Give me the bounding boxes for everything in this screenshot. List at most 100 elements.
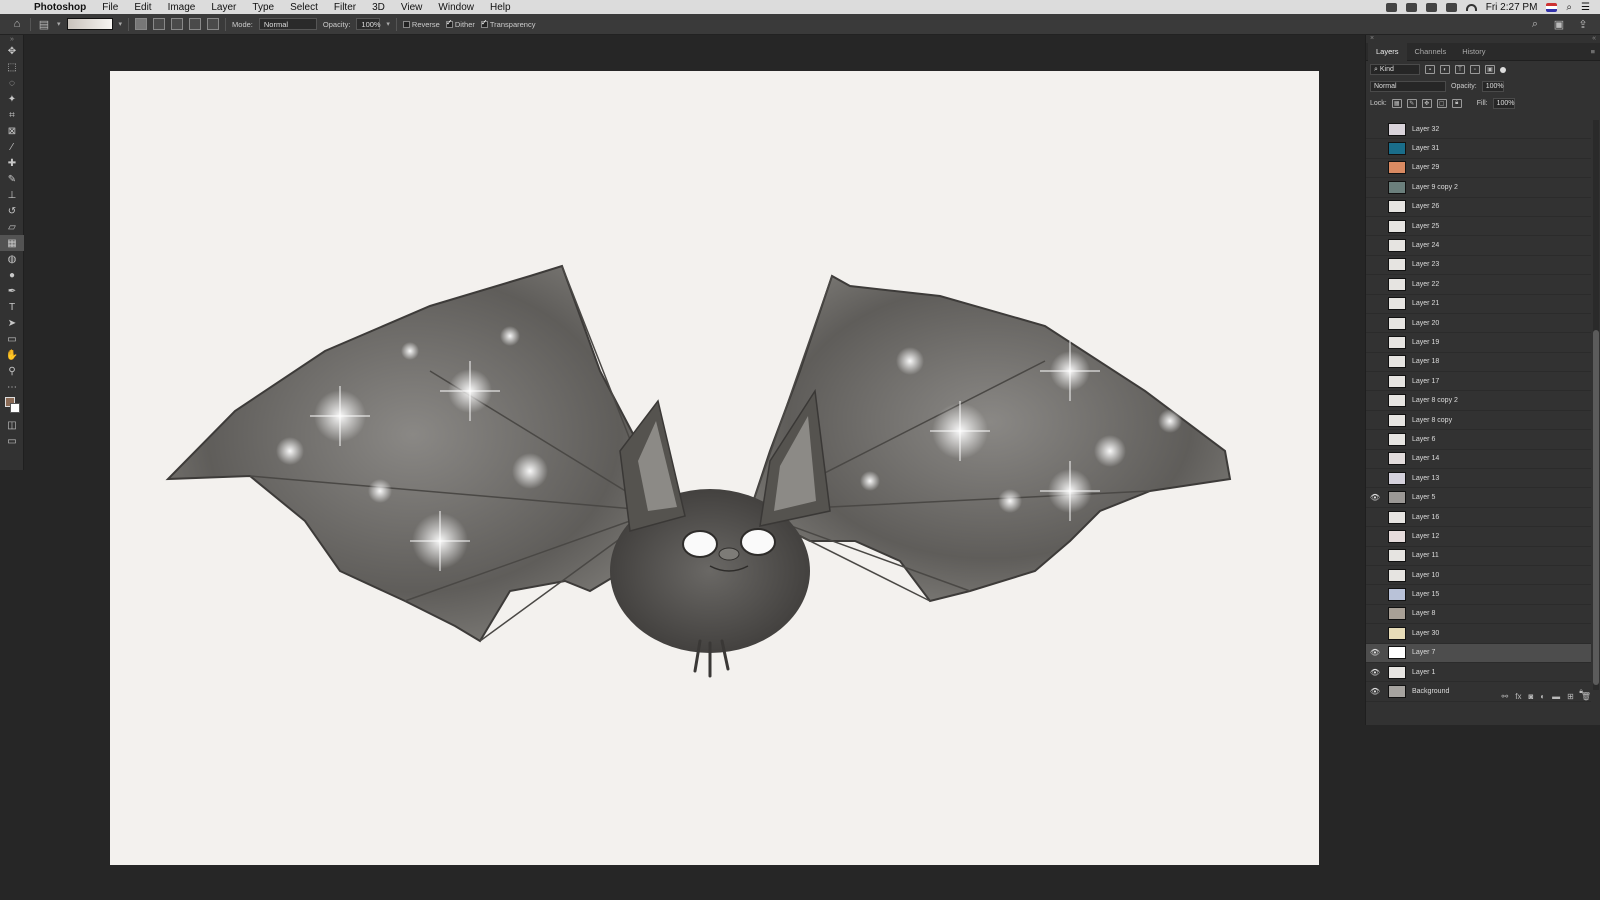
fill-input[interactable]: 100% bbox=[1492, 98, 1515, 109]
layer-row[interactable]: Layer 25 bbox=[1366, 217, 1591, 237]
layer-thumbnail[interactable] bbox=[1388, 335, 1406, 349]
search-icon[interactable]: ⌕ bbox=[1528, 18, 1542, 31]
menu-filter[interactable]: Filter bbox=[326, 2, 364, 13]
move-tool-icon[interactable]: ✥ bbox=[0, 43, 24, 59]
layer-name[interactable]: Layer 12 bbox=[1412, 533, 1439, 540]
layer-thumbnail[interactable] bbox=[1388, 142, 1406, 156]
gradient-dropdown-icon[interactable]: ▾ bbox=[119, 20, 123, 28]
cloud-icon[interactable] bbox=[1405, 2, 1417, 12]
layer-row[interactable]: Layer 11 bbox=[1366, 547, 1591, 566]
magic-wand-tool-icon[interactable]: ✦ bbox=[0, 91, 24, 107]
layer-thumbnail[interactable] bbox=[1388, 161, 1406, 175]
wifi-icon[interactable] bbox=[1465, 3, 1477, 11]
layer-name[interactable]: Layer 13 bbox=[1412, 475, 1439, 482]
layer-thumbnail[interactable] bbox=[1388, 258, 1406, 272]
layer-thumbnail[interactable] bbox=[1388, 568, 1406, 582]
tools-collapse-icon[interactable]: » bbox=[0, 35, 24, 43]
layer-thumbnail[interactable] bbox=[1388, 219, 1406, 233]
tab-history[interactable]: History bbox=[1454, 43, 1493, 61]
crop-tool-icon[interactable]: ⌗ bbox=[0, 107, 24, 123]
menu-image[interactable]: Image bbox=[160, 2, 204, 13]
frame-tool-icon[interactable]: ⊠ bbox=[0, 123, 24, 139]
adjustment-layer-icon[interactable]: ◐ bbox=[1540, 692, 1545, 701]
layer-row[interactable]: 👁︎ Layer 1 bbox=[1366, 663, 1591, 683]
workspace-icon[interactable]: ▣ bbox=[1552, 18, 1566, 31]
layer-row[interactable]: Layer 9 copy 2 bbox=[1366, 178, 1591, 198]
filter-smart-object-icon[interactable]: ▣ bbox=[1485, 65, 1495, 74]
layer-name[interactable]: Layer 1 bbox=[1412, 669, 1435, 676]
dither-checkbox[interactable] bbox=[445, 18, 453, 29]
layer-name[interactable]: Layer 22 bbox=[1412, 281, 1439, 288]
spotlight-search-icon[interactable]: ⌕ bbox=[1566, 2, 1572, 13]
layer-opacity-input[interactable]: 100% bbox=[1481, 81, 1504, 92]
layer-thumbnail[interactable] bbox=[1388, 626, 1406, 640]
zoom-tool-icon[interactable]: ⚲ bbox=[0, 363, 24, 379]
layer-name[interactable]: Layer 16 bbox=[1412, 514, 1439, 521]
layer-name[interactable]: Layer 19 bbox=[1412, 339, 1439, 346]
layer-name[interactable]: Layer 23 bbox=[1412, 261, 1439, 268]
visibility-eye-icon[interactable]: 👁︎ bbox=[1366, 668, 1384, 677]
panel-menu-icon[interactable]: ≡ bbox=[1591, 47, 1600, 56]
layer-name[interactable]: Layer 20 bbox=[1412, 320, 1439, 327]
layer-name[interactable]: Layer 8 bbox=[1412, 610, 1435, 617]
visibility-eye-icon[interactable]: 👁︎ bbox=[1366, 493, 1384, 502]
gradient-tool-icon[interactable]: ▦ bbox=[0, 235, 24, 251]
layer-thumbnail[interactable] bbox=[1388, 432, 1406, 446]
lock-image-icon[interactable]: ✎ bbox=[1406, 99, 1417, 108]
battery-icon[interactable] bbox=[1445, 2, 1457, 12]
layer-name[interactable]: Layer 17 bbox=[1412, 378, 1439, 385]
tab-channels[interactable]: Channels bbox=[1407, 43, 1455, 61]
tool-preset-icon[interactable]: ▤ bbox=[37, 18, 51, 31]
panel-collapse-icon[interactable]: « bbox=[1592, 35, 1596, 43]
type-tool-icon[interactable]: T bbox=[0, 299, 24, 315]
layer-thumbnail[interactable] bbox=[1388, 180, 1406, 194]
filter-toggle[interactable] bbox=[1500, 66, 1506, 73]
menu-window[interactable]: Window bbox=[430, 2, 482, 13]
diamond-gradient-button[interactable] bbox=[207, 18, 220, 30]
layer-thumbnail[interactable] bbox=[1388, 452, 1406, 466]
layer-thumbnail[interactable] bbox=[1388, 316, 1406, 330]
eraser-tool-icon[interactable]: ▱ bbox=[0, 219, 24, 235]
input-source-flag-icon[interactable] bbox=[1546, 2, 1558, 12]
layer-row[interactable]: Layer 26 bbox=[1366, 198, 1591, 217]
layer-name[interactable]: Layer 5 bbox=[1412, 494, 1435, 501]
layer-name[interactable]: Layer 32 bbox=[1412, 126, 1439, 133]
opacity-dropdown-icon[interactable]: ▾ bbox=[386, 20, 390, 28]
reverse-option[interactable]: Reverse bbox=[402, 20, 440, 29]
layer-row[interactable]: Layer 20 bbox=[1366, 314, 1591, 334]
layer-name[interactable]: Layer 21 bbox=[1412, 300, 1439, 307]
layer-row[interactable]: Layer 31 bbox=[1366, 139, 1591, 159]
menu-help[interactable]: Help bbox=[482, 2, 519, 13]
lasso-tool-icon[interactable]: ◌ bbox=[0, 75, 24, 91]
blend-mode-select[interactable]: Normal bbox=[1370, 81, 1446, 92]
layer-name[interactable]: Layer 10 bbox=[1412, 572, 1439, 579]
tab-layers[interactable]: Layers bbox=[1368, 42, 1407, 61]
layer-row[interactable]: Layer 8 copy 2 bbox=[1366, 391, 1591, 411]
mode-select[interactable]: Normal bbox=[258, 18, 317, 30]
reverse-checkbox[interactable] bbox=[402, 21, 410, 29]
dither-option[interactable]: Dither bbox=[445, 18, 475, 29]
layer-name[interactable]: Layer 24 bbox=[1412, 242, 1439, 249]
radial-gradient-button[interactable] bbox=[153, 18, 166, 30]
transparency-checkbox[interactable] bbox=[480, 18, 488, 29]
filter-kind-select[interactable]: ⌕ Kind bbox=[1370, 64, 1420, 75]
layers-scrollbar-thumb[interactable] bbox=[1593, 330, 1599, 685]
layer-name[interactable]: Layer 31 bbox=[1412, 145, 1439, 152]
layer-name[interactable]: Layer 29 bbox=[1412, 164, 1439, 171]
background-color-swatch[interactable] bbox=[10, 403, 20, 413]
layer-row[interactable]: Layer 17 bbox=[1366, 372, 1591, 392]
lock-position-icon[interactable]: ✥ bbox=[1421, 99, 1432, 108]
layer-name[interactable]: Layer 25 bbox=[1412, 223, 1439, 230]
layer-style-icon[interactable]: fx bbox=[1515, 692, 1521, 701]
layer-name[interactable]: Layer 26 bbox=[1412, 203, 1439, 210]
layer-name[interactable]: Layer 15 bbox=[1412, 591, 1439, 598]
layer-row[interactable]: Layer 14 bbox=[1366, 450, 1591, 470]
menu-edit[interactable]: Edit bbox=[126, 2, 159, 13]
marquee-tool-icon[interactable]: ⬚ bbox=[0, 59, 24, 75]
layer-name[interactable]: Layer 8 copy 2 bbox=[1412, 397, 1458, 404]
layer-thumbnail[interactable] bbox=[1388, 394, 1406, 408]
screen-mode-icon[interactable]: ▭ bbox=[0, 433, 24, 449]
layer-thumbnail[interactable] bbox=[1388, 588, 1406, 602]
layer-row[interactable]: Layer 8 bbox=[1366, 605, 1591, 625]
healing-brush-tool-icon[interactable]: ✚ bbox=[0, 155, 24, 171]
